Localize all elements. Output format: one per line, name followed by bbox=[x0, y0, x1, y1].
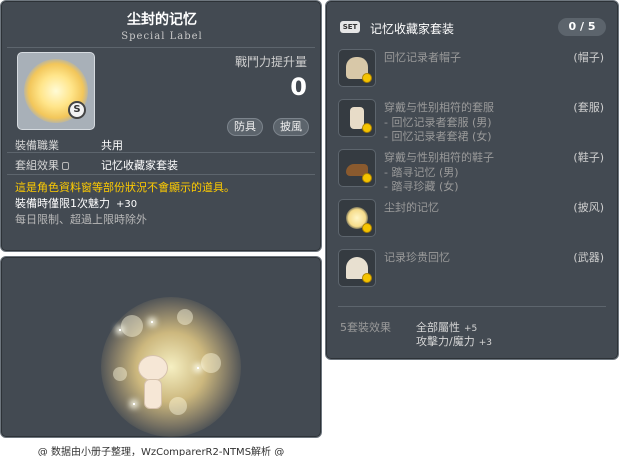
sparkle-star bbox=[119, 329, 121, 331]
avatar-body bbox=[144, 379, 162, 409]
set-count-badge: 0 / 5 bbox=[558, 18, 606, 36]
set-effect-row: 套組效果 记忆收藏家套装 bbox=[15, 157, 178, 173]
job-value: 共用 bbox=[101, 139, 123, 152]
set-item-variant: - 回忆记录者套裙 (女) bbox=[384, 130, 492, 143]
set-item-name: 尘封的记忆 bbox=[384, 201, 439, 214]
footer-credit: @ 数据由小册子整理，WzComparerR2-NTMS解析 @ bbox=[37, 447, 285, 456]
weapon-icon bbox=[338, 249, 376, 287]
cape-icon bbox=[338, 199, 376, 237]
charm-limit-text: 裝備時僅限1次魅力 bbox=[15, 197, 110, 210]
set-effect-value: 记忆收藏家套装 bbox=[101, 159, 178, 172]
bokeh-light bbox=[121, 315, 143, 337]
lock-icon bbox=[62, 162, 69, 170]
bokeh-light bbox=[113, 367, 127, 381]
bokeh-light bbox=[177, 309, 193, 325]
tag-cape: 披風 bbox=[273, 118, 309, 136]
item-subtitle: Special Label bbox=[121, 31, 203, 42]
set-item-type: (套服) bbox=[573, 101, 604, 114]
set-icon: SET bbox=[340, 21, 360, 33]
set-info-panel: SET 记忆收藏家套装 0 / 5 回忆记录者帽子 (帽子) 穿戴与性别相符的套… bbox=[325, 0, 619, 360]
set-effect-stat: 攻擊力/魔力 bbox=[416, 335, 475, 348]
hat-icon bbox=[338, 49, 376, 87]
charm-bonus: +30 bbox=[116, 199, 138, 210]
outfit-icon bbox=[338, 99, 376, 137]
sparkle-star bbox=[197, 367, 199, 369]
divider bbox=[7, 47, 315, 48]
job-row: 裝備職業 共用 bbox=[15, 137, 123, 153]
warning-text: 這是角色資料窗等部份狀況不會顯示的道具。 bbox=[15, 181, 235, 194]
set-item-name: 回忆记录者帽子 bbox=[384, 51, 461, 64]
set-effect-tier-label: 5套裝效果 bbox=[340, 321, 391, 334]
charm-limit-line: 裝備時僅限1次魅力 +30 bbox=[15, 195, 137, 211]
set-effect-line: 攻擊力/魔力 +3 bbox=[416, 333, 492, 349]
set-item-type: (武器) bbox=[573, 251, 604, 264]
set-item-name: 穿戴与性别相符的鞋子 bbox=[384, 151, 494, 164]
job-label: 裝備職業 bbox=[15, 139, 59, 152]
set-item-type: (披风) bbox=[573, 201, 604, 214]
sparkle-star bbox=[133, 403, 135, 405]
avatar-preview bbox=[0, 256, 322, 438]
shoes-icon bbox=[338, 149, 376, 187]
combat-power-label: 戰鬥力提升量 bbox=[234, 55, 307, 69]
tag-armor: 防具 bbox=[227, 118, 263, 136]
divider bbox=[338, 306, 606, 307]
item-tooltip: 尘封的记忆 Special Label S 戰鬥力提升量 0 防具 披風 裝備職… bbox=[0, 0, 322, 252]
sparkle-star bbox=[151, 321, 153, 323]
bokeh-light bbox=[201, 353, 221, 373]
divider bbox=[7, 152, 315, 153]
divider bbox=[7, 174, 315, 175]
special-label-icon: S bbox=[68, 101, 86, 119]
avatar-head bbox=[138, 355, 168, 381]
set-effect-label: 套組效果 bbox=[15, 159, 59, 172]
set-effect-value: +3 bbox=[478, 338, 492, 348]
set-item-type: (鞋子) bbox=[573, 151, 604, 164]
set-name: 记忆收藏家套装 bbox=[370, 22, 455, 36]
set-item-name: 记录珍贵回忆 bbox=[384, 251, 450, 264]
set-item-variant: - 踏寻珍藏 (女) bbox=[384, 180, 459, 193]
combat-power-value: 0 bbox=[290, 73, 307, 101]
bokeh-light bbox=[169, 397, 187, 415]
item-title: 尘封的记忆 bbox=[127, 12, 197, 28]
set-item-name: 穿戴与性别相符的套服 bbox=[384, 101, 494, 114]
item-icon: S bbox=[17, 52, 95, 130]
limit-note: 每日限制、超過上限時除外 bbox=[15, 213, 147, 226]
set-item-type: (帽子) bbox=[573, 51, 604, 64]
